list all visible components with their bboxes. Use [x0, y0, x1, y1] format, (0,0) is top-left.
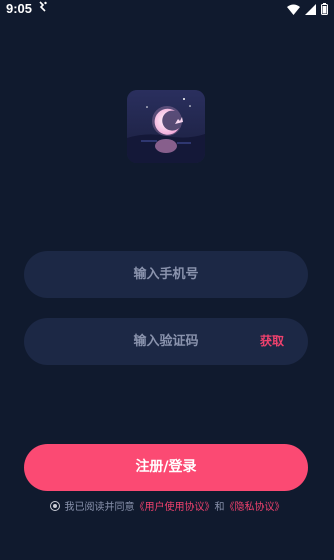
signal-icon — [305, 2, 316, 20]
register-login-button[interactable]: 注册/登录 — [24, 444, 308, 491]
get-code-button[interactable]: 获取 — [260, 318, 284, 365]
privacy-agreement-link[interactable]: 《隐私协议》 — [225, 502, 285, 513]
agreement-row: 我已阅读并同意《用户使用协议》和《隐私协议》 — [0, 498, 334, 513]
wifi-icon — [287, 2, 300, 20]
phone-input[interactable]: 输入手机号 — [24, 251, 308, 298]
agree-radio[interactable] — [49, 501, 60, 511]
battery-icon — [321, 2, 328, 20]
status-time: 9:05 — [6, 1, 33, 16]
app-logo — [127, 90, 205, 163]
phone-input-placeholder: 输入手机号 — [133, 267, 199, 282]
code-input[interactable]: 输入验证码 获取 — [24, 318, 308, 365]
status-bar: 9:05 — [0, 0, 334, 18]
notification-icon — [38, 1, 48, 16]
user-agreement-link[interactable]: 《用户使用协议》 — [135, 502, 215, 513]
agreement-prefix: 我已阅读并同意 — [64, 502, 135, 513]
agreement-and: 和 — [214, 502, 225, 513]
